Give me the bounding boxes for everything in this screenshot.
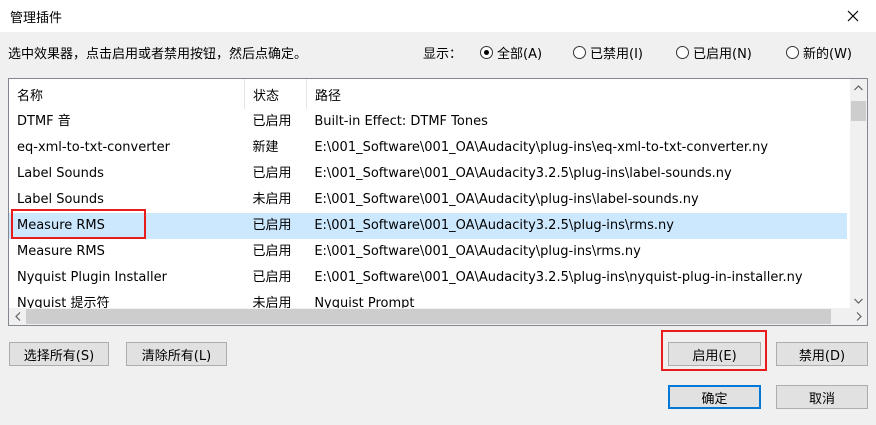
window-title: 管理插件 — [10, 11, 63, 26]
row-status: 已启用 — [252, 218, 292, 233]
close-icon — [847, 10, 859, 22]
list-header: 名称 状态 路径 — [9, 79, 849, 109]
radio-new-indicator — [786, 46, 799, 59]
scroll-down-icon[interactable] — [850, 292, 867, 309]
table-row[interactable]: eq-xml-to-txt-converter 新建 E:\001_Softwa… — [9, 135, 847, 161]
row-name: Label Sounds — [17, 192, 104, 207]
vertical-scrollbar[interactable] — [850, 79, 867, 309]
plugin-list[interactable]: 名称 状态 路径 DTMF 音 已启用 Built-in Effect: DTM… — [8, 78, 868, 326]
radio-enabled[interactable]: 已启用(N) — [676, 43, 752, 62]
cancel-button[interactable]: 取消 — [776, 385, 868, 409]
table-row-selected[interactable]: Measure RMS 已启用 E:\001_Software\001_OA\A… — [9, 213, 847, 239]
radio-new[interactable]: 新的(W) — [786, 43, 852, 62]
row-name: eq-xml-to-txt-converter — [17, 140, 170, 155]
row-path: E:\001_Software\001_OA\Audacity3.2.5\plu… — [314, 218, 674, 233]
radio-enabled-label: 已启用(N) — [693, 47, 752, 62]
radio-disabled-indicator — [573, 46, 586, 59]
radio-enabled-indicator — [676, 46, 689, 59]
column-header-name[interactable]: 名称 — [9, 79, 245, 109]
row-status: 未启用 — [252, 192, 292, 207]
row-name: Label Sounds — [17, 166, 104, 181]
row-path: E:\001_Software\001_OA\Audacity\plug-ins… — [314, 244, 641, 259]
clear-all-button[interactable]: 清除所有(L) — [126, 342, 227, 366]
scroll-up-icon[interactable] — [850, 79, 867, 96]
radio-disabled-label: 已禁用(I) — [590, 47, 643, 62]
filter-label: 显示： — [423, 47, 463, 62]
select-all-button[interactable]: 选择所有(S) — [9, 342, 109, 366]
column-header-path[interactable]: 路径 — [307, 79, 849, 109]
radio-all-label: 全部(A) — [497, 47, 543, 62]
radio-disabled[interactable]: 已禁用(I) — [573, 43, 643, 62]
instruction-text: 选中效果器，点击启用或者禁用按钮，然后点确定。 — [8, 47, 308, 62]
row-status: 已启用 — [252, 114, 292, 129]
vertical-scroll-thumb[interactable] — [851, 101, 866, 121]
table-row[interactable]: Measure RMS 已启用 E:\001_Software\001_OA\A… — [9, 239, 847, 265]
row-path: E:\001_Software\001_OA\Audacity3.2.5\plu… — [314, 270, 803, 285]
row-name: DTMF 音 — [17, 114, 71, 129]
horizontal-scroll-thumb[interactable] — [26, 309, 831, 324]
row-path: Built-in Effect: DTMF Tones — [314, 114, 488, 129]
table-row[interactable]: DTMF 音 已启用 Built-in Effect: DTMF Tones — [9, 109, 847, 135]
row-name: Measure RMS — [17, 244, 105, 259]
scroll-left-icon[interactable] — [9, 308, 26, 325]
close-button[interactable] — [830, 0, 876, 32]
row-name: Measure RMS — [17, 218, 105, 233]
column-header-status[interactable]: 状态 — [245, 79, 307, 109]
radio-all-indicator — [480, 46, 493, 59]
row-status: 已启用 — [252, 244, 292, 259]
row-path: E:\001_Software\001_OA\Audacity\plug-ins… — [314, 140, 769, 155]
row-status: 已启用 — [252, 166, 292, 181]
row-name: Nyquist Plugin Installer — [17, 270, 167, 285]
radio-new-label: 新的(W) — [803, 47, 852, 62]
list-rows: DTMF 音 已启用 Built-in Effect: DTMF Tones e… — [9, 109, 847, 317]
ok-button[interactable]: 确定 — [668, 385, 761, 409]
row-path: E:\001_Software\001_OA\Audacity3.2.5\plu… — [314, 166, 732, 181]
row-status: 新建 — [252, 140, 279, 155]
disable-button[interactable]: 禁用(D) — [776, 342, 868, 366]
scroll-right-icon[interactable] — [850, 308, 867, 325]
row-status: 已启用 — [252, 270, 292, 285]
enable-button[interactable]: 启用(E) — [668, 342, 761, 366]
table-row[interactable]: Nyquist Plugin Installer 已启用 E:\001_Soft… — [9, 265, 847, 291]
row-path: E:\001_Software\001_OA\Audacity\plug-ins… — [314, 192, 699, 207]
horizontal-scrollbar[interactable] — [9, 308, 867, 325]
table-row[interactable]: Label Sounds 已启用 E:\001_Software\001_OA\… — [9, 161, 847, 187]
title-bar: 管理插件 — [0, 0, 876, 32]
radio-all[interactable]: 全部(A) — [480, 43, 542, 62]
table-row[interactable]: Label Sounds 未启用 E:\001_Software\001_OA\… — [9, 187, 847, 213]
